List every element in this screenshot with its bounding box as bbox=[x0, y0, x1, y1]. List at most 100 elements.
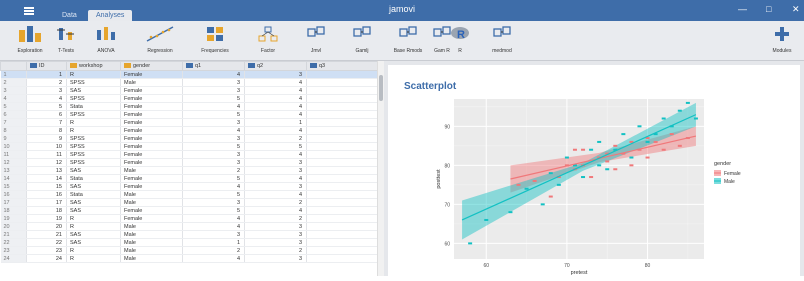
table-row[interactable]: 11 11 SPSS Female 3 4 bbox=[0, 150, 383, 159]
table-row[interactable]: 10 10 SPSS Female 5 5 bbox=[0, 142, 383, 151]
table-cell[interactable]: Female bbox=[120, 94, 183, 103]
table-cell[interactable]: 3 bbox=[26, 86, 67, 95]
table-cell[interactable]: 3 bbox=[244, 166, 307, 175]
table-cell[interactable] bbox=[306, 126, 379, 135]
table-row[interactable]: 20 20 R Male 4 3 bbox=[0, 222, 383, 231]
table-cell[interactable] bbox=[306, 246, 379, 255]
table-cell[interactable]: 5 bbox=[244, 142, 307, 151]
table-cell[interactable]: 1 bbox=[244, 118, 307, 127]
table-cell[interactable]: Male bbox=[120, 198, 183, 207]
table-cell[interactable]: Stata bbox=[66, 190, 121, 199]
table-cell[interactable]: 3 bbox=[244, 254, 307, 263]
table-cell[interactable] bbox=[306, 94, 379, 103]
table-cell[interactable]: SAS bbox=[66, 86, 121, 95]
grid-corner[interactable] bbox=[0, 61, 27, 71]
table-cell[interactable]: 1 bbox=[182, 238, 245, 247]
regression-button[interactable]: Regression bbox=[138, 24, 182, 54]
table-cell[interactable]: Female bbox=[120, 118, 183, 127]
table-cell[interactable]: 5 bbox=[182, 142, 245, 151]
t-tests-button[interactable]: T-Tests bbox=[44, 24, 88, 54]
close-button[interactable]: ✕ bbox=[792, 4, 800, 15]
table-cell[interactable]: Female bbox=[120, 134, 183, 143]
table-cell[interactable]: Female bbox=[120, 174, 183, 183]
table-cell[interactable] bbox=[306, 110, 379, 119]
table-cell[interactable]: Female bbox=[120, 126, 183, 135]
table-cell[interactable]: 16 bbox=[26, 190, 67, 199]
table-cell[interactable]: R bbox=[66, 118, 121, 127]
table-cell[interactable]: SPSS bbox=[66, 158, 121, 167]
table-cell[interactable]: Male bbox=[120, 78, 183, 87]
table-cell[interactable]: 4 bbox=[182, 254, 245, 263]
minimize-button[interactable]: — bbox=[738, 4, 747, 14]
table-cell[interactable]: 3 bbox=[182, 198, 245, 207]
table-row[interactable]: 15 15 SAS Female 4 3 bbox=[0, 182, 383, 191]
table-cell[interactable] bbox=[306, 182, 379, 191]
table-cell[interactable]: SAS bbox=[66, 238, 121, 247]
table-row[interactable]: 1 1 R Female 4 3 bbox=[0, 70, 383, 79]
table-cell[interactable]: 4 bbox=[244, 150, 307, 159]
table-cell[interactable]: SPSS bbox=[66, 78, 121, 87]
gamlj-module-button[interactable]: Gamlj bbox=[340, 24, 384, 54]
table-cell[interactable]: 4 bbox=[182, 214, 245, 223]
table-cell[interactable]: SPSS bbox=[66, 94, 121, 103]
table-row[interactable]: 3 3 SAS Female 3 4 bbox=[0, 86, 383, 95]
table-cell[interactable]: Female bbox=[120, 142, 183, 151]
table-cell[interactable]: 4 bbox=[244, 126, 307, 135]
table-cell[interactable]: 4 bbox=[244, 190, 307, 199]
scatterplot-chart[interactable]: 60 70 80 60 70 80 90 pretest posttest gender Femal… bbox=[388, 65, 800, 276]
table-cell[interactable]: SPSS bbox=[66, 142, 121, 151]
table-row[interactable]: 4 4 SPSS Female 5 4 bbox=[0, 94, 383, 103]
table-cell[interactable]: Stata bbox=[66, 102, 121, 111]
table-cell[interactable]: 20 bbox=[26, 222, 67, 231]
table-cell[interactable]: Male bbox=[120, 254, 183, 263]
table-cell[interactable]: Male bbox=[120, 238, 183, 247]
table-cell[interactable]: 4 bbox=[182, 182, 245, 191]
table-cell[interactable]: SAS bbox=[66, 182, 121, 191]
table-cell[interactable]: 4 bbox=[244, 102, 307, 111]
scrollbar-thumb[interactable] bbox=[379, 75, 383, 101]
table-cell[interactable] bbox=[306, 150, 379, 159]
table-cell[interactable] bbox=[306, 222, 379, 231]
table-cell[interactable]: 24 bbox=[26, 254, 67, 263]
table-cell[interactable]: SAS bbox=[66, 230, 121, 239]
table-cell[interactable]: 21 bbox=[26, 230, 67, 239]
table-cell[interactable]: 3 bbox=[182, 134, 245, 143]
table-row[interactable]: 22 22 SAS Male 1 3 bbox=[0, 238, 383, 247]
table-cell[interactable]: Female bbox=[120, 86, 183, 95]
table-cell[interactable]: 3 bbox=[244, 238, 307, 247]
table-cell[interactable]: Male bbox=[120, 246, 183, 255]
table-cell[interactable]: 2 bbox=[182, 246, 245, 255]
data-spreadsheet[interactable]: ID workshop gender q1 q2 q3 1 1 R Female 4 3 2 2 SPSS… bbox=[0, 61, 384, 276]
table-cell[interactable]: 4 bbox=[244, 86, 307, 95]
table-cell[interactable]: 17 bbox=[26, 198, 67, 207]
table-cell[interactable]: 1 bbox=[26, 70, 67, 79]
table-cell[interactable] bbox=[306, 134, 379, 143]
table-row[interactable]: 6 6 SPSS Female 5 4 bbox=[0, 110, 383, 119]
table-cell[interactable]: 4 bbox=[244, 206, 307, 215]
table-cell[interactable]: 4 bbox=[182, 70, 245, 79]
table-cell[interactable] bbox=[306, 102, 379, 111]
table-cell[interactable]: 19 bbox=[26, 214, 67, 223]
table-cell[interactable] bbox=[306, 70, 379, 79]
table-row[interactable]: 24 24 R Male 4 3 bbox=[0, 254, 383, 263]
table-cell[interactable]: Male bbox=[120, 230, 183, 239]
table-row[interactable]: 14 14 Stata Female 5 4 bbox=[0, 174, 383, 183]
table-cell[interactable]: R bbox=[66, 246, 121, 255]
table-cell[interactable]: 5 bbox=[26, 102, 67, 111]
table-cell[interactable]: 2 bbox=[244, 214, 307, 223]
table-cell[interactable]: 2 bbox=[244, 246, 307, 255]
table-cell[interactable]: 4 bbox=[244, 174, 307, 183]
table-row[interactable]: 17 17 SAS Male 3 2 bbox=[0, 198, 383, 207]
table-cell[interactable]: Female bbox=[120, 158, 183, 167]
table-cell[interactable]: 4 bbox=[244, 94, 307, 103]
table-cell[interactable]: SAS bbox=[66, 206, 121, 215]
table-cell[interactable]: 18 bbox=[26, 206, 67, 215]
table-cell[interactable]: SAS bbox=[66, 198, 121, 207]
table-cell[interactable]: 3 bbox=[244, 158, 307, 167]
table-cell[interactable]: 2 bbox=[26, 78, 67, 87]
table-cell[interactable]: 4 bbox=[182, 222, 245, 231]
table-cell[interactable]: 11 bbox=[26, 150, 67, 159]
anova-button[interactable]: ANOVA bbox=[84, 24, 128, 54]
table-cell[interactable]: 5 bbox=[182, 110, 245, 119]
table-cell[interactable]: R bbox=[66, 214, 121, 223]
